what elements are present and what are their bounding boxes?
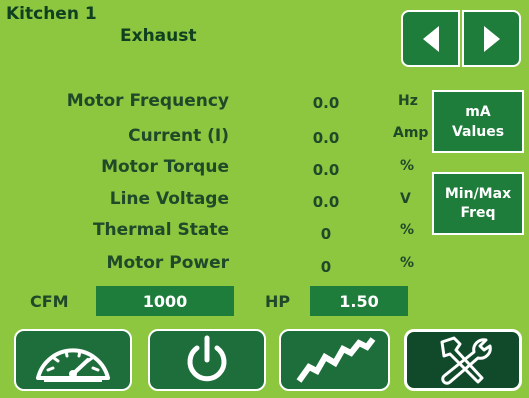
reading-value: 0.0 [312, 94, 340, 112]
ma-values-line-1: mA [465, 103, 491, 120]
prev-button[interactable] [401, 10, 460, 67]
reading-value: 0.0 [312, 161, 340, 179]
reading-unit: Hz [398, 93, 418, 109]
gauge-nav-button[interactable] [14, 329, 132, 391]
cfm-label: CFM [30, 292, 69, 311]
tools-icon [440, 336, 492, 385]
gauge-icon [36, 348, 110, 382]
power-icon [187, 335, 227, 382]
title-line-1: Kitchen 1 [6, 4, 97, 24]
min-max-line-2: Freq [460, 204, 496, 221]
reading-label: Motor Frequency [66, 91, 229, 111]
reading-label: Motor Torque [101, 157, 229, 177]
cfm-field[interactable]: 1000 [96, 286, 234, 316]
reading-value: 0 [320, 258, 332, 276]
reading-label: Current (I) [128, 126, 229, 146]
hp-field[interactable]: 1.50 [310, 286, 408, 316]
min-max-line-1: Min/Max [444, 185, 512, 202]
hp-label: HP [265, 292, 291, 311]
reading-value: 0.0 [312, 129, 340, 147]
reading-label: Line Voltage [109, 189, 229, 209]
ma-values-line-2: Values [451, 123, 505, 140]
reading-label: Motor Power [106, 253, 229, 273]
power-nav-button[interactable] [148, 329, 266, 391]
trend-nav-button[interactable] [279, 329, 390, 391]
title-line-2: Exhaust [120, 26, 197, 46]
triangle-left-icon [422, 25, 439, 52]
reading-unit: % [400, 222, 415, 238]
ma-values-button[interactable]: mA Values [432, 90, 524, 153]
reading-unit: Amp [393, 125, 429, 141]
next-button[interactable] [462, 10, 521, 67]
trend-icon [296, 337, 375, 383]
reading-unit: V [400, 191, 411, 207]
reading-value: 0.0 [312, 193, 340, 211]
reading-unit: % [400, 255, 415, 271]
triangle-right-icon [483, 25, 500, 52]
reading-unit: % [400, 158, 415, 174]
min-max-freq-button[interactable]: Min/Max Freq [432, 172, 524, 235]
reading-value: 0 [320, 225, 332, 243]
reading-label: Thermal State [92, 220, 229, 240]
tools-nav-button[interactable] [404, 329, 522, 391]
